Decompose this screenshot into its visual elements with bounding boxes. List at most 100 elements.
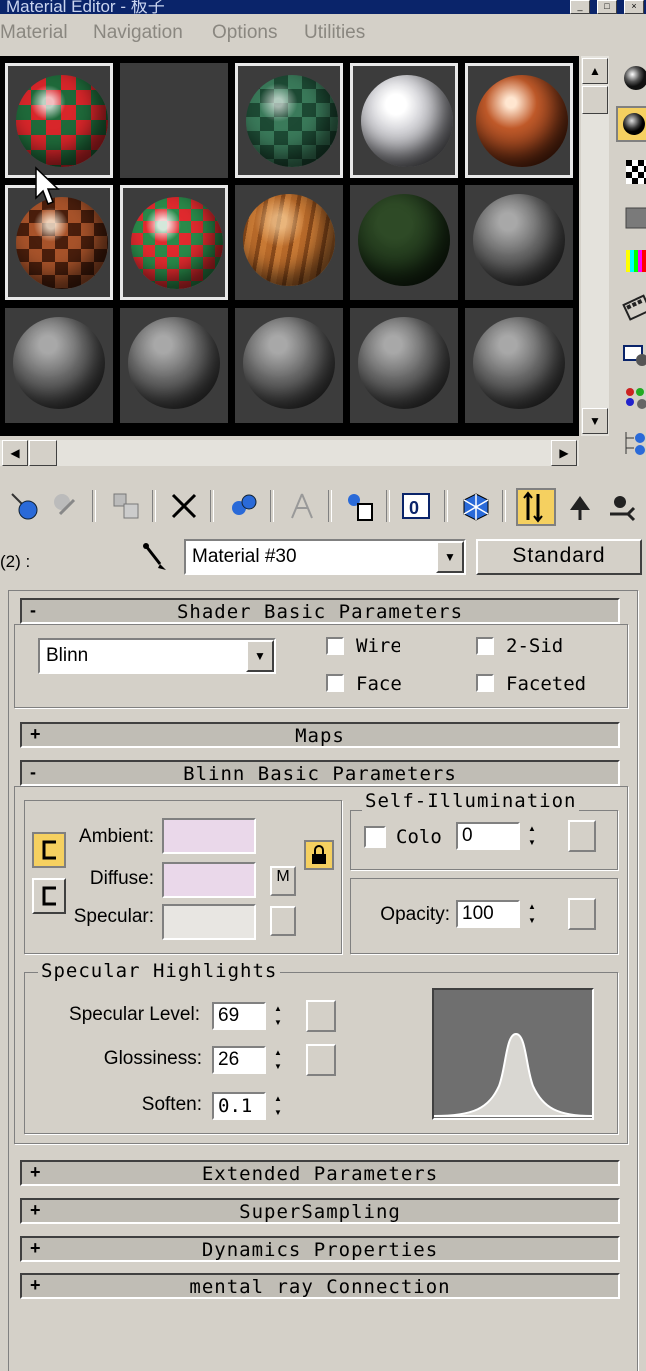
show-map-in-viewport-icon[interactable]: 0 bbox=[400, 490, 430, 520]
show-end-result-toggle-icon[interactable] bbox=[516, 488, 556, 526]
specular-level-spinner[interactable]: ▲ ▼ bbox=[270, 1002, 286, 1030]
blinn-basic-parameters-header[interactable]: - Blinn Basic Parameters bbox=[20, 760, 620, 786]
menu-navigation[interactable]: Navigation bbox=[93, 22, 183, 44]
hscroll-thumb[interactable] bbox=[29, 440, 57, 466]
material-sphere-preview bbox=[246, 75, 338, 167]
opacity-spinner[interactable]: ▲ ▼ bbox=[524, 900, 540, 928]
show-end-result-icon[interactable] bbox=[460, 490, 490, 521]
glossiness-spinner[interactable]: ▲ ▼ bbox=[270, 1046, 286, 1074]
dynamics-properties-header[interactable]: + Dynamics Properties bbox=[20, 1236, 620, 1262]
glossiness-label: Glossiness: bbox=[103, 1048, 202, 1069]
make-preview-icon[interactable] bbox=[620, 292, 646, 322]
sample-slot[interactable] bbox=[465, 308, 573, 423]
material-type-button[interactable]: Standard bbox=[476, 539, 642, 575]
sample-slot[interactable] bbox=[5, 63, 113, 178]
sample-slot[interactable] bbox=[350, 63, 458, 178]
uv-tiling-icon[interactable] bbox=[620, 202, 646, 232]
self-illumination-title: Self-Illumination bbox=[362, 790, 580, 812]
sample-slot[interactable] bbox=[120, 63, 228, 178]
soften-field[interactable]: 0.1 bbox=[212, 1092, 266, 1120]
self-illum-value-field[interactable]: 0 bbox=[456, 822, 520, 850]
sample-type-icon[interactable] bbox=[620, 62, 646, 92]
sample-slot[interactable] bbox=[235, 308, 343, 423]
specular-level-map-button[interactable] bbox=[306, 1000, 336, 1032]
slots-horizontal-scrollbar[interactable]: ◀ ▶ bbox=[0, 440, 579, 466]
sample-slot[interactable] bbox=[235, 185, 343, 300]
assign-to-selection-icon[interactable] bbox=[110, 490, 140, 520]
wire-label: Wire bbox=[356, 635, 400, 657]
wire-checkbox[interactable] bbox=[326, 637, 344, 655]
maps-rollout-header[interactable]: + Maps bbox=[20, 722, 620, 748]
sample-slot[interactable] bbox=[350, 308, 458, 423]
face-map-checkbox[interactable] bbox=[326, 674, 344, 692]
material-effects-channel-icon[interactable] bbox=[344, 490, 374, 521]
make-unique-icon[interactable] bbox=[228, 490, 258, 520]
scroll-right-arrow-icon[interactable]: ▶ bbox=[551, 440, 577, 466]
shader-basic-parameters-header[interactable]: - Shader Basic Parameters bbox=[20, 598, 620, 624]
glossiness-map-button[interactable] bbox=[306, 1044, 336, 1076]
sample-slot[interactable] bbox=[350, 185, 458, 300]
put-to-library-icon[interactable] bbox=[286, 490, 316, 520]
backlight-icon[interactable] bbox=[616, 106, 646, 142]
side-toolbar bbox=[612, 56, 646, 466]
self-illum-color-checkbox[interactable] bbox=[364, 826, 386, 848]
sample-slot[interactable] bbox=[120, 185, 228, 300]
opacity-value-field[interactable]: 100 bbox=[456, 900, 520, 928]
sample-slot[interactable] bbox=[465, 185, 573, 300]
chevron-down-icon[interactable]: ▼ bbox=[246, 640, 274, 672]
get-material-icon[interactable] bbox=[8, 490, 38, 520]
mental-ray-connection-header[interactable]: + mental ray Connection bbox=[20, 1273, 620, 1299]
rollout-title: mental ray Connection bbox=[189, 1276, 451, 1298]
minimize-button[interactable]: _ bbox=[570, 0, 590, 14]
material-sphere-preview bbox=[473, 317, 565, 409]
scroll-down-arrow-icon[interactable]: ▼ bbox=[582, 408, 608, 434]
soften-spinner[interactable]: ▲ ▼ bbox=[270, 1092, 286, 1120]
slots-vertical-scrollbar[interactable]: ▲ ▼ bbox=[581, 56, 609, 436]
extended-parameters-header[interactable]: + Extended Parameters bbox=[20, 1160, 620, 1186]
menu-utilities[interactable]: Utilities bbox=[304, 22, 365, 44]
maximize-button[interactable]: □ bbox=[597, 0, 617, 14]
menu-options[interactable]: Options bbox=[212, 22, 277, 44]
pick-material-eyedropper-icon[interactable] bbox=[140, 540, 170, 570]
material-sphere-preview bbox=[243, 194, 335, 286]
put-to-scene-icon[interactable] bbox=[50, 490, 80, 520]
specular-map-button[interactable] bbox=[270, 906, 296, 936]
menu-material[interactable]: Material bbox=[0, 22, 68, 44]
face-map-label: Face bbox=[356, 673, 402, 695]
go-to-parent-icon[interactable] bbox=[564, 490, 594, 520]
opacity-map-button[interactable] bbox=[568, 898, 596, 930]
go-forward-icon[interactable] bbox=[606, 490, 636, 522]
diffuse-color-swatch[interactable] bbox=[162, 862, 256, 898]
diffuse-map-button[interactable]: M bbox=[270, 866, 296, 896]
sample-slot[interactable] bbox=[5, 308, 113, 423]
scroll-up-arrow-icon[interactable]: ▲ bbox=[582, 58, 608, 84]
self-illum-spinner[interactable]: ▲ ▼ bbox=[524, 822, 540, 850]
glossiness-field[interactable]: 26 bbox=[212, 1046, 266, 1074]
lock-icon[interactable] bbox=[304, 840, 334, 870]
specular-color-swatch[interactable] bbox=[162, 904, 256, 940]
two-sided-checkbox[interactable] bbox=[476, 637, 494, 655]
ambient-color-swatch[interactable] bbox=[162, 818, 256, 854]
self-illum-map-button[interactable] bbox=[568, 820, 596, 852]
shader-type-dropdown[interactable]: Blinn ▼ bbox=[38, 638, 276, 674]
specular-level-field[interactable]: 69 bbox=[212, 1002, 266, 1030]
material-navigator-icon[interactable] bbox=[620, 428, 646, 458]
sample-slot[interactable] bbox=[120, 308, 228, 423]
options-icon[interactable] bbox=[620, 340, 646, 370]
material-name-field[interactable]: Material #30 ▼ bbox=[184, 539, 466, 575]
window-title: Material Editor - 板子 bbox=[6, 0, 165, 14]
sample-slot[interactable] bbox=[465, 63, 573, 178]
faceted-checkbox[interactable] bbox=[476, 674, 494, 692]
scroll-thumb[interactable] bbox=[582, 86, 608, 114]
sample-slot[interactable] bbox=[235, 63, 343, 178]
video-color-check-icon[interactable] bbox=[620, 246, 646, 276]
material-sphere-preview bbox=[358, 194, 450, 286]
material-sphere-preview bbox=[243, 317, 335, 409]
chevron-down-icon[interactable]: ▼ bbox=[436, 541, 464, 573]
background-checker-icon[interactable] bbox=[620, 156, 646, 186]
close-button[interactable]: × bbox=[624, 0, 644, 14]
reset-map-icon[interactable] bbox=[168, 490, 198, 520]
scroll-left-arrow-icon[interactable]: ◀ bbox=[2, 440, 28, 466]
select-by-material-icon[interactable] bbox=[620, 382, 646, 412]
supersampling-header[interactable]: + SuperSampling bbox=[20, 1198, 620, 1224]
